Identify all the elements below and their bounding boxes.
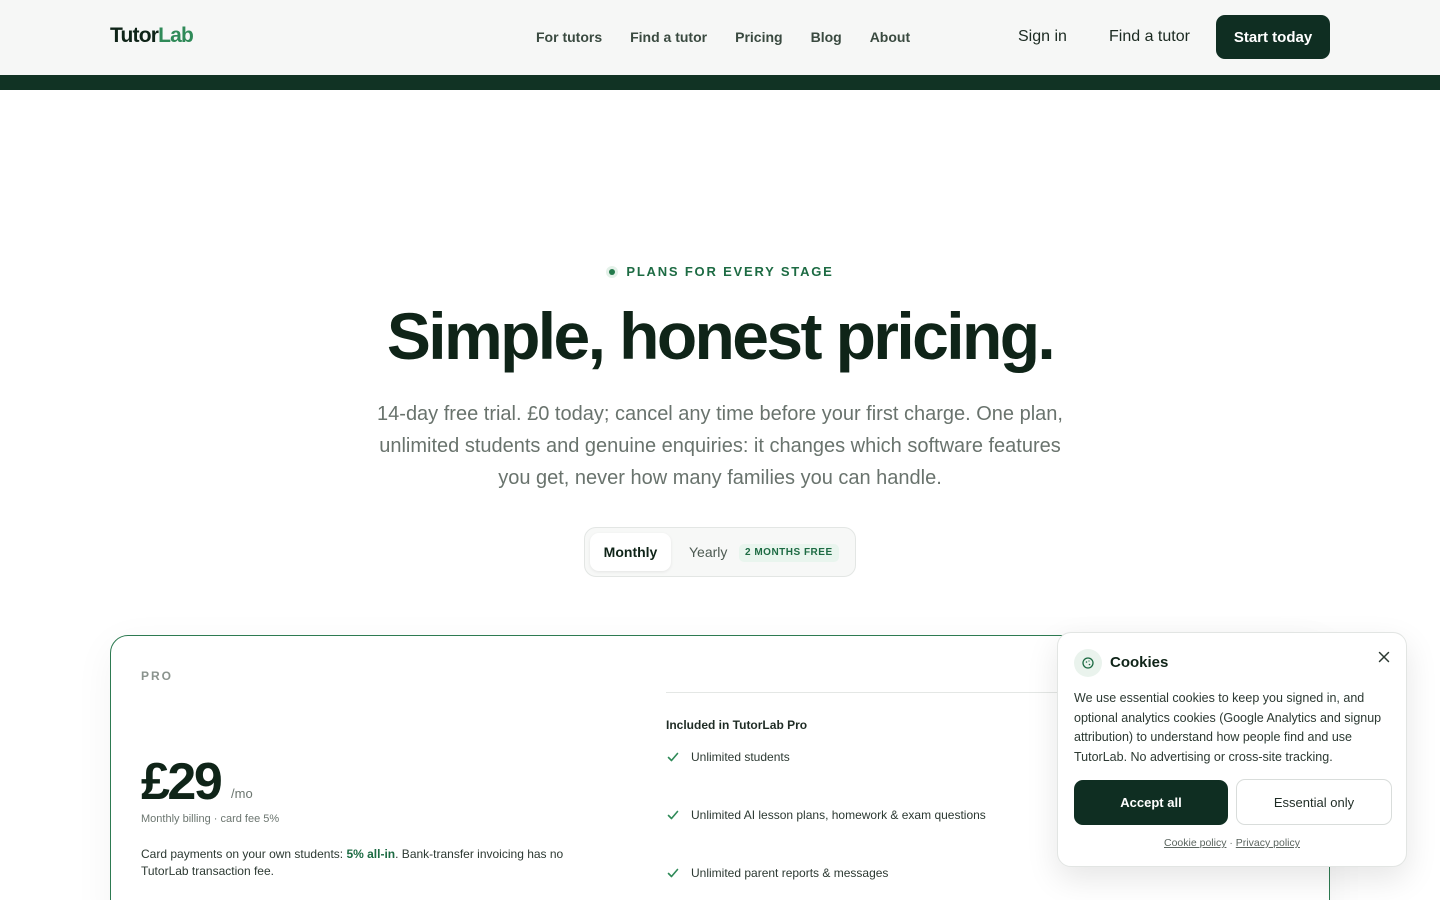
start-today-button[interactable]: Start today: [1216, 15, 1330, 59]
dot-icon: [606, 265, 619, 278]
feature-item: Unlimited parent reports & messages: [666, 866, 888, 880]
nav-about[interactable]: About: [870, 29, 910, 45]
billing-toggle: Monthly Yearly 2 MONTHS FREE: [584, 527, 856, 577]
feature-label: Unlimited AI lesson plans, homework & ex…: [691, 808, 986, 822]
feature-item: Unlimited AI lesson plans, homework & ex…: [666, 808, 986, 822]
features-divider: [666, 692, 1086, 693]
cookie-glyph-icon: [1082, 657, 1094, 669]
plan-price: £29: [141, 753, 223, 811]
check-icon: [667, 868, 679, 878]
hero-eyebrow: PLANS FOR EVERY STAGE: [0, 264, 1440, 279]
nav-blog[interactable]: Blog: [811, 29, 842, 45]
logo-tutor: Tutor: [110, 24, 159, 47]
main-nav: For tutors Find a tutor Pricing Blog Abo…: [536, 29, 938, 45]
check-icon: [667, 752, 679, 762]
nav-find-a-tutor[interactable]: Find a tutor: [630, 29, 707, 45]
eyebrow-text: PLANS FOR EVERY STAGE: [626, 264, 834, 279]
check-icon: [667, 810, 679, 820]
feature-label: Unlimited students: [691, 750, 790, 764]
site-header: TutorLab For tutors Find a tutor Pricing…: [0, 0, 1440, 75]
price-period: /mo: [231, 786, 253, 801]
cookie-links: Cookie policy · Privacy policy: [1058, 837, 1406, 849]
cookie-banner: Cookies We use essential cookies to keep…: [1057, 632, 1407, 867]
header-divider-band: [0, 75, 1440, 90]
nav-pricing[interactable]: Pricing: [735, 29, 782, 45]
sign-in-link[interactable]: Sign in: [1018, 28, 1067, 46]
close-icon[interactable]: [1376, 649, 1392, 665]
accept-all-button[interactable]: Accept all: [1074, 780, 1228, 825]
hero-subtitle: 14-day free trial. £0 today; cancel any …: [377, 403, 1063, 489]
toggle-monthly[interactable]: Monthly: [590, 533, 671, 571]
essential-only-button[interactable]: Essential only: [1236, 779, 1392, 825]
page-title: Simple, honest pricing.: [386, 299, 1056, 373]
logo[interactable]: TutorLab: [110, 24, 194, 48]
cookie-icon: [1074, 649, 1102, 677]
feature-label: Unlimited parent reports & messages: [691, 866, 889, 880]
card-note-highlight: 5% all-in: [346, 847, 396, 861]
find-tutor-link[interactable]: Find a tutor: [1109, 28, 1190, 46]
nav-for-tutors[interactable]: For tutors: [536, 29, 602, 45]
card-note-pre: Card payments on your own students:: [141, 847, 347, 861]
cookie-title: Cookies: [1110, 654, 1169, 671]
feature-item: Unlimited students: [666, 750, 790, 764]
billing-note: Monthly billing · card fee 5%: [141, 813, 280, 825]
yearly-discount-badge: 2 MONTHS FREE: [739, 544, 839, 562]
card-fee-note: Card payments on your own students: 5% a…: [141, 846, 611, 880]
features-heading: Included in TutorLab Pro: [666, 718, 808, 732]
cookie-policy-link[interactable]: Cookie policy: [1164, 837, 1226, 849]
toggle-yearly[interactable]: Yearly: [689, 544, 727, 560]
cookie-body: We use essential cookies to keep you sig…: [1074, 691, 1382, 764]
privacy-policy-link[interactable]: Privacy policy: [1236, 837, 1300, 849]
link-separator: ·: [1229, 837, 1233, 849]
logo-lab: Lab: [158, 24, 194, 47]
plan-name: PRO: [141, 669, 174, 683]
